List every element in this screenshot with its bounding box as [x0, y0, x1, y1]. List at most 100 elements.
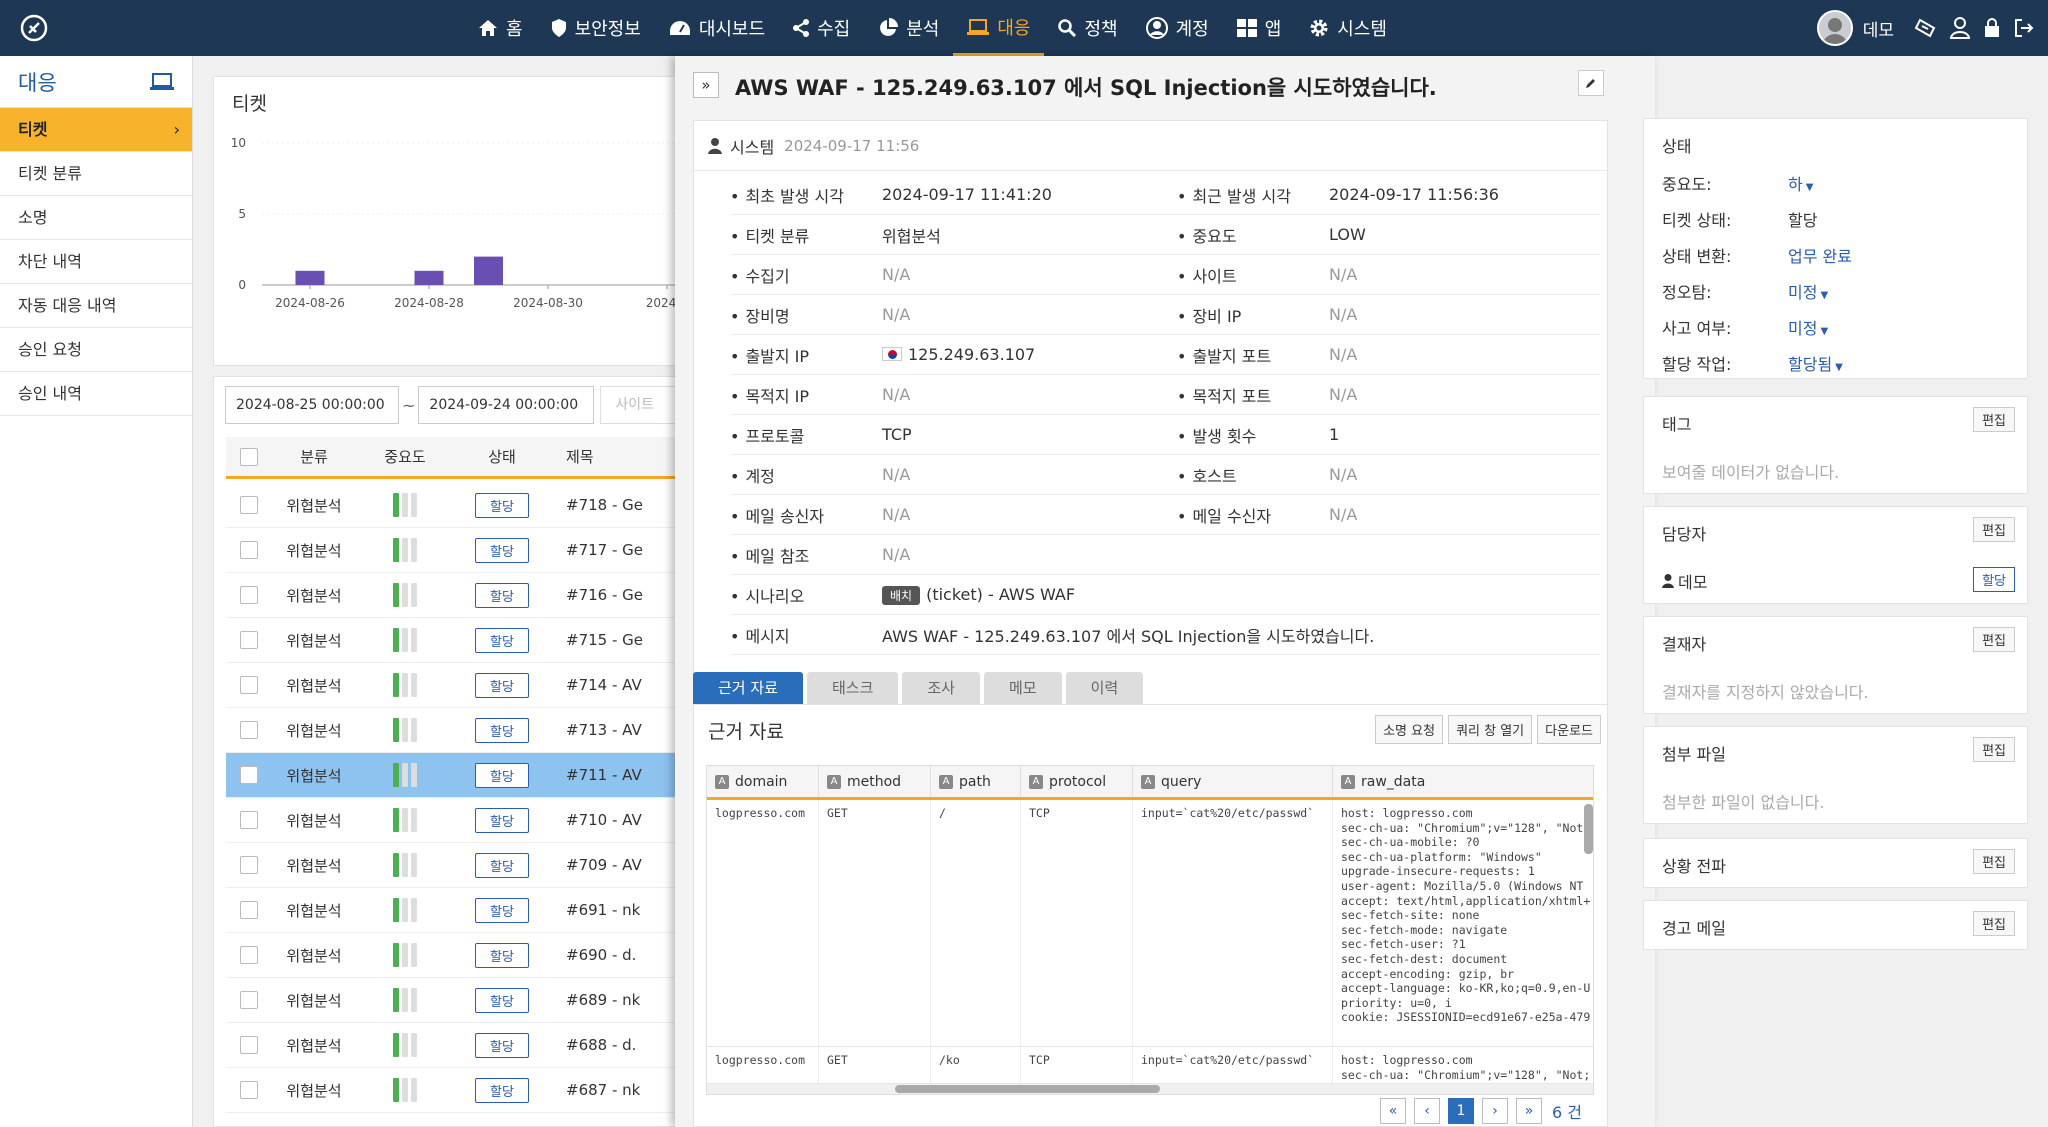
col-domain[interactable]: Adomain: [707, 766, 819, 797]
status-badge[interactable]: 할당: [475, 897, 529, 923]
cell-title[interactable]: #715 - Ge: [550, 631, 684, 649]
row-checkbox[interactable]: [240, 1081, 258, 1099]
col-protocol[interactable]: Aprotocol: [1021, 766, 1133, 797]
avatar[interactable]: [1816, 10, 1853, 46]
sidebar-item-explanation[interactable]: 소명: [0, 196, 192, 240]
col-raw-data[interactable]: Araw_data: [1333, 766, 1593, 797]
nav-security-info[interactable]: 보안정보: [537, 0, 655, 56]
date-to-input[interactable]: 2024-09-24 00:00:00: [418, 386, 595, 424]
escalation-edit-button[interactable]: 편집: [1973, 849, 2015, 874]
header-status[interactable]: 상태: [454, 446, 550, 467]
row-checkbox[interactable]: [240, 586, 258, 604]
site-select[interactable]: 사이트: [600, 386, 681, 424]
status-badge[interactable]: 할당: [475, 627, 529, 653]
attachment-edit-button[interactable]: 편집: [1973, 737, 2015, 762]
status-badge[interactable]: 할당: [475, 762, 529, 788]
status-badge[interactable]: 할당: [475, 582, 529, 608]
edit-title-button[interactable]: [1578, 70, 1604, 96]
select-all-checkbox[interactable]: [240, 447, 258, 466]
nav-collect[interactable]: 수집: [779, 0, 864, 56]
table-row[interactable]: 위협분석 할당 #709 - AV: [226, 843, 684, 888]
table-row[interactable]: 위협분석 할당 #691 - nk: [226, 888, 684, 933]
cell-title[interactable]: #690 - d.: [550, 946, 684, 964]
sidebar-item-auto-response[interactable]: 자동 대응 내역: [0, 284, 192, 328]
status-transition-link[interactable]: 업무 완료: [1788, 243, 1852, 267]
status-badge[interactable]: 할당: [475, 672, 529, 698]
row-checkbox[interactable]: [240, 676, 258, 694]
table-row[interactable]: 위협분석 할당 #718 - Ge: [226, 483, 684, 528]
tab-tasks[interactable]: 태스크: [806, 672, 899, 704]
logout-icon[interactable]: [2014, 18, 2034, 38]
row-checkbox[interactable]: [240, 991, 258, 1009]
cell-title[interactable]: #711 - AV: [550, 766, 684, 784]
status-badge[interactable]: 할당: [475, 537, 529, 563]
nav-apps[interactable]: 앱: [1223, 0, 1296, 56]
table-row[interactable]: 위협분석 할당 #714 - AV: [226, 663, 684, 708]
table-row[interactable]: 위협분석 할당 #713 - AV: [226, 708, 684, 753]
cell-title[interactable]: #689 - nk: [550, 991, 684, 1009]
tab-evidence[interactable]: 근거 자료: [693, 672, 803, 704]
tab-memo[interactable]: 메모: [983, 672, 1062, 704]
current-page-button[interactable]: 1: [1448, 1098, 1474, 1124]
tab-investigation[interactable]: 조사: [902, 672, 980, 704]
table-row[interactable]: 위협분석 할당 #716 - Ge: [226, 573, 684, 618]
row-checkbox[interactable]: [240, 901, 258, 919]
tag-edit-button[interactable]: 편집: [1973, 407, 2015, 432]
row-checkbox[interactable]: [240, 631, 258, 649]
header-category[interactable]: 분류: [272, 446, 356, 467]
cell-title[interactable]: #691 - nk: [550, 901, 684, 919]
row-checkbox[interactable]: [240, 496, 258, 514]
horizontal-scrollbar[interactable]: [707, 1084, 1593, 1094]
row-checkbox[interactable]: [240, 946, 258, 964]
assignee-badge[interactable]: 할당: [1973, 567, 2015, 592]
assign-task-dropdown[interactable]: 할당됨 ▼: [1788, 351, 1843, 375]
status-badge[interactable]: 할당: [475, 1032, 529, 1058]
status-badge[interactable]: 할당: [475, 942, 529, 968]
status-badge[interactable]: 할당: [475, 852, 529, 878]
row-checkbox[interactable]: [240, 811, 258, 829]
nav-analysis[interactable]: 분석: [864, 0, 953, 56]
col-method[interactable]: Amethod: [819, 766, 931, 797]
scrollbar-thumb[interactable]: [895, 1085, 1160, 1093]
table-row[interactable]: 위협분석 할당 #687 - nk: [226, 1068, 684, 1113]
col-query[interactable]: Aquery: [1133, 766, 1333, 797]
status-badge[interactable]: 할당: [475, 987, 529, 1013]
download-button[interactable]: 다운로드: [1537, 715, 1601, 744]
cell-title[interactable]: #688 - d.: [550, 1036, 684, 1054]
row-checkbox[interactable]: [240, 1036, 258, 1054]
table-row[interactable]: 위협분석 할당 #690 - d.: [226, 933, 684, 978]
row-checkbox[interactable]: [240, 721, 258, 739]
first-page-button[interactable]: «: [1380, 1098, 1406, 1124]
status-badge[interactable]: 할당: [475, 717, 529, 743]
cell-title[interactable]: #714 - AV: [550, 676, 684, 694]
cell-title[interactable]: #717 - Ge: [550, 541, 684, 559]
sidebar-item-ticket-category[interactable]: 티켓 분류: [0, 152, 192, 196]
collapse-panel-button[interactable]: »: [693, 72, 719, 98]
nav-system[interactable]: 시스템: [1295, 0, 1401, 56]
table-row[interactable]: 위협분석 할당 #710 - AV: [226, 798, 684, 843]
col-path[interactable]: Apath: [931, 766, 1021, 797]
sidebar-item-approval-request[interactable]: 승인 요청: [0, 328, 192, 372]
cell-title[interactable]: #713 - AV: [550, 721, 684, 739]
status-badge[interactable]: 할당: [475, 807, 529, 833]
open-query-button[interactable]: 쿼리 창 열기: [1448, 715, 1533, 744]
sidebar-item-approval-history[interactable]: 승인 내역: [0, 372, 192, 416]
row-checkbox[interactable]: [240, 541, 258, 559]
row-checkbox[interactable]: [240, 856, 258, 874]
incident-dropdown[interactable]: 미정 ▼: [1788, 315, 1828, 339]
logo-icon[interactable]: [20, 14, 48, 42]
prev-page-button[interactable]: ‹: [1414, 1098, 1440, 1124]
table-row[interactable]: 위협분석 할당 #689 - nk: [226, 978, 684, 1023]
user-icon[interactable]: [1950, 17, 1970, 39]
user-name[interactable]: 데모: [1863, 16, 1894, 41]
header-title[interactable]: 제목: [550, 446, 684, 467]
nav-response[interactable]: 대응: [953, 0, 1045, 56]
vertical-scrollbar[interactable]: [1584, 804, 1593, 854]
date-from-input[interactable]: 2024-08-25 00:00:00: [225, 386, 399, 424]
false-positive-dropdown[interactable]: 미정 ▼: [1788, 279, 1828, 303]
alert-mail-edit-button[interactable]: 편집: [1973, 911, 2015, 936]
request-explanation-button[interactable]: 소명 요청: [1375, 715, 1444, 744]
row-checkbox[interactable]: [240, 766, 258, 784]
table-row[interactable]: 위협분석 할당 #688 - d.: [226, 1023, 684, 1068]
evidence-row[interactable]: logpresso.com GET / TCP input=`cat%20/et…: [707, 800, 1593, 1047]
